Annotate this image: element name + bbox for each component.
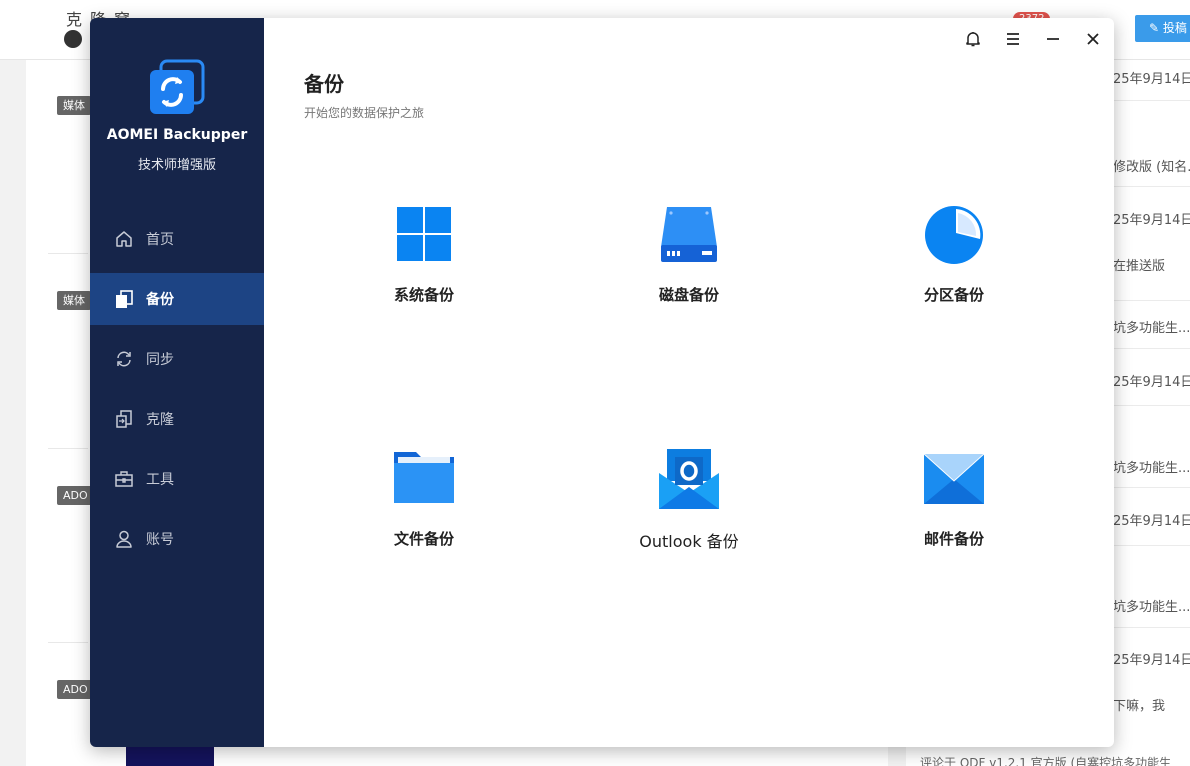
disk-icon xyxy=(659,205,719,265)
file-backup-tile[interactable]: 文件备份 xyxy=(334,449,514,579)
aomei-backupper-window: AOMEI Backupper 技术师增强版 首页 备份 同步 克隆 工具 账号… xyxy=(90,18,1114,747)
system-backup-tile[interactable]: 系统备份 xyxy=(334,205,514,335)
bg-separator xyxy=(48,448,88,449)
bg-logo-icon xyxy=(64,30,82,48)
nav-item-sync[interactable]: 同步 xyxy=(90,333,264,385)
nav-item-label: 同步 xyxy=(146,352,174,368)
nav-item-home[interactable]: 首页 xyxy=(90,213,264,265)
bg-separator xyxy=(48,253,88,254)
bell-icon[interactable] xyxy=(962,28,984,50)
bg-side-text[interactable]: 25年9月14日 xyxy=(1113,209,1190,228)
nav-item-account[interactable]: 账号 xyxy=(90,513,264,565)
bg-side-separator xyxy=(1113,348,1190,349)
bg-side-separator xyxy=(1113,487,1190,488)
nav-item-label: 首页 xyxy=(146,232,174,248)
nav-item-label: 工具 xyxy=(146,472,174,488)
tile-label: 邮件备份 xyxy=(923,530,984,548)
outlook-backup-tile[interactable]: Outlook 备份 xyxy=(599,449,779,579)
nav-item-label: 克隆 xyxy=(146,412,174,428)
partition-backup-tile[interactable]: 分区备份 xyxy=(864,205,1044,335)
outlook-icon xyxy=(659,449,719,509)
nav-item-clone[interactable]: 克隆 xyxy=(90,393,264,445)
nav-item-backup[interactable]: 备份 xyxy=(90,273,264,325)
minimize-icon[interactable] xyxy=(1042,28,1064,50)
bg-side-text[interactable]: 在推送版 xyxy=(1113,255,1165,274)
bg-tag[interactable]: 媒体 xyxy=(57,96,91,115)
bg-side-text[interactable]: 下嘛，我 xyxy=(1113,695,1165,714)
bg-side-separator xyxy=(1113,545,1190,546)
partition-pie-icon xyxy=(924,205,984,265)
main-content: 备份 开始您的数据保护之旅 系统备份 磁盘备份 分区备份 文件备份 Outloo… xyxy=(264,18,1114,747)
sync-icon xyxy=(114,349,134,369)
bg-side-comment[interactable]: 评论于 ODF v1.2.1 官方版 (自塞控坑多功能生 xyxy=(920,754,1171,766)
app-logo-icon xyxy=(147,58,207,118)
mail-icon xyxy=(923,449,985,509)
bg-thumbnail[interactable] xyxy=(126,744,214,766)
close-icon[interactable] xyxy=(1082,28,1104,50)
app-brand-name: AOMEI Backupper xyxy=(106,127,248,143)
bg-post-button[interactable]: ✎ 投稿 xyxy=(1135,15,1190,42)
bg-side-separator xyxy=(1113,186,1190,187)
page-subtitle: 开始您的数据保护之旅 xyxy=(304,106,425,120)
bg-side-separator xyxy=(1113,627,1190,628)
menu-icon[interactable] xyxy=(1002,28,1024,50)
mail-backup-tile[interactable]: 邮件备份 xyxy=(864,449,1044,579)
nav-item-label: 备份 xyxy=(146,292,174,308)
bg-side-separator xyxy=(1113,405,1190,406)
bg-tag[interactable]: 媒体 xyxy=(57,291,91,310)
bg-post-button-label: 投稿 xyxy=(1162,21,1187,35)
home-icon xyxy=(114,229,134,249)
bg-side-text[interactable]: 25年9月14日 xyxy=(1113,68,1190,87)
tile-label: 分区备份 xyxy=(923,286,984,304)
bg-side-text[interactable]: 坑多功能生... xyxy=(1113,317,1190,336)
bg-separator xyxy=(48,642,88,643)
tile-label: 磁盘备份 xyxy=(658,286,719,304)
bg-side-text[interactable]: 25年9月14日 xyxy=(1113,649,1190,668)
bg-side-text[interactable]: 25年9月14日 xyxy=(1113,510,1190,529)
tile-label: Outlook 备份 xyxy=(639,532,739,551)
backup-copy-icon xyxy=(114,289,134,309)
bg-side-text[interactable]: 25年9月14日 xyxy=(1113,371,1190,390)
toolbox-icon xyxy=(114,469,134,489)
folder-icon xyxy=(394,449,454,509)
bg-side-separator xyxy=(1113,100,1190,101)
bg-side-text[interactable]: 坑多功能生... xyxy=(1113,457,1190,476)
clone-icon xyxy=(114,409,134,429)
nav-item-tools[interactable]: 工具 xyxy=(90,453,264,505)
bg-tag[interactable]: ADO xyxy=(57,486,94,505)
tile-label: 系统备份 xyxy=(393,286,454,304)
bg-side-separator xyxy=(1113,300,1190,301)
tile-label: 文件备份 xyxy=(393,530,454,548)
bg-side-text[interactable]: 坑多功能生... xyxy=(1113,596,1190,615)
user-icon xyxy=(114,529,134,549)
bg-tag[interactable]: ADO xyxy=(57,680,94,699)
page-title: 备份 xyxy=(304,72,344,96)
disk-backup-tile[interactable]: 磁盘备份 xyxy=(599,205,779,335)
nav-item-label: 账号 xyxy=(146,532,174,548)
sidebar: AOMEI Backupper 技术师增强版 首页 备份 同步 克隆 工具 账号 xyxy=(90,18,264,747)
app-edition: 技术师增强版 xyxy=(137,158,216,173)
windows-icon xyxy=(394,205,454,265)
bg-side-text[interactable]: 修改版 (知名... xyxy=(1113,156,1190,175)
